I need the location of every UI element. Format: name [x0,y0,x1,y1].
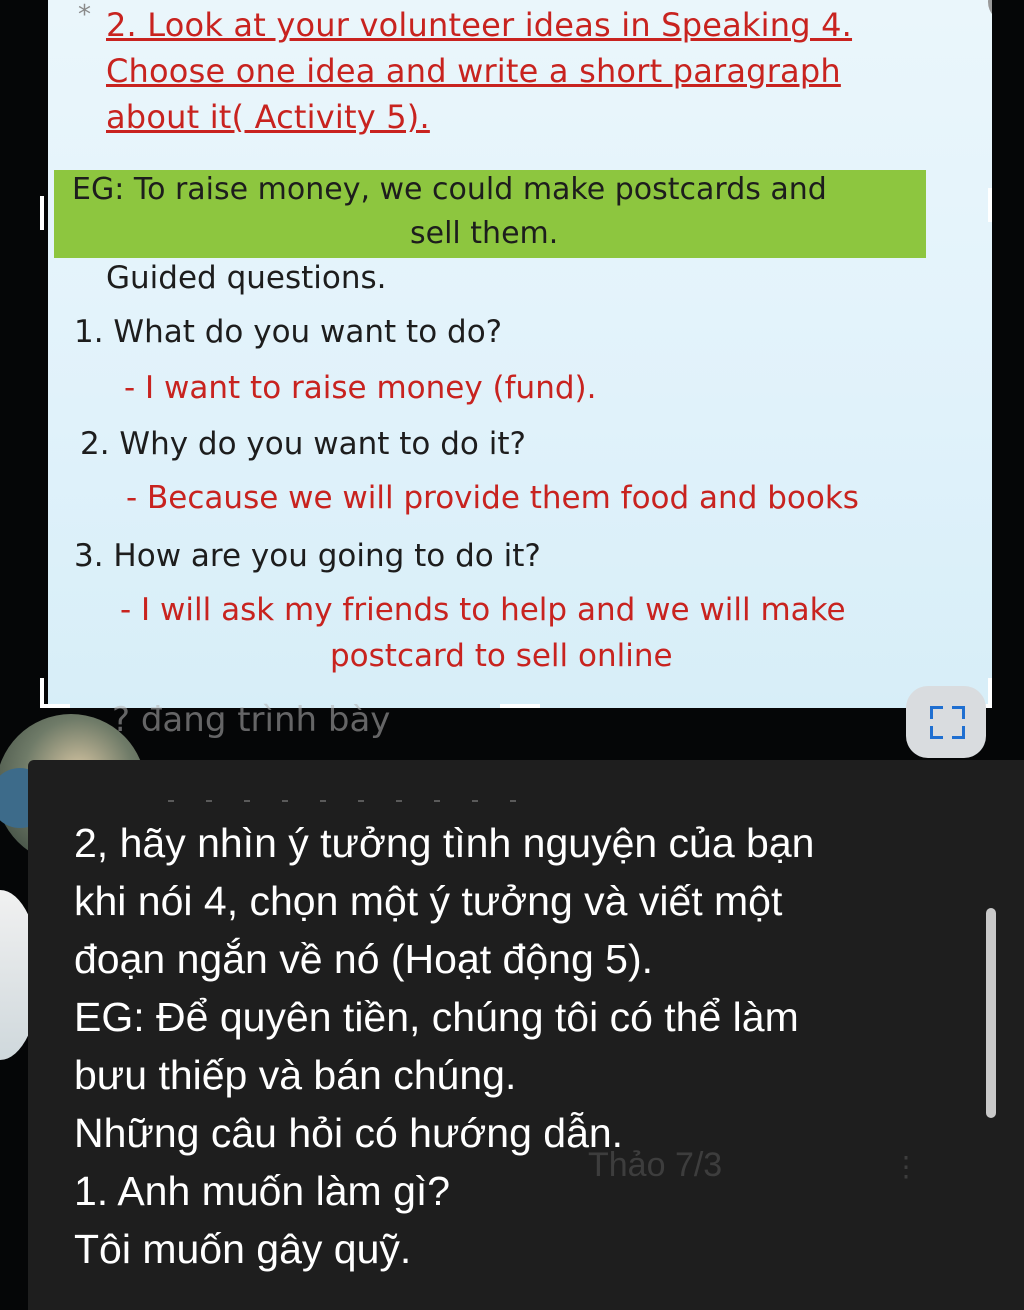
share-bracket-left-top [40,196,44,230]
example-box: EG: To raise money, we could make postca… [54,170,926,258]
answer-2: - Because we will provide them food and … [126,480,859,516]
more-options-icon: ⋮ [892,1150,920,1183]
shared-slide: * 2. Look at your volunteer ideas in Spe… [48,0,992,708]
translation-line-2: khi nói 4, chọn một ý tưởng và viết một [74,878,783,924]
answer-1: - I want to raise money (fund). [124,370,597,406]
close-bubble[interactable] [988,0,992,22]
example-line-2: sell them. [410,216,559,251]
question-1: 1. What do you want to do? [74,314,503,350]
question-2: 2. Why do you want to do it? [80,426,526,462]
slide-title-line-2: Choose one idea and write a short paragr… [106,52,841,90]
translation-line-3: đoạn ngắn về nó (Hoạt động 5). [74,936,653,982]
asterisk-mark: * [78,0,91,30]
fullscreen-button[interactable] [906,686,986,758]
panel-divider [168,800,528,802]
share-bracket-left-bottom-h [40,704,70,708]
answer-3-line-2: postcard to sell online [330,638,673,674]
translation-line-6: Những câu hỏi có hướng dẫn. [74,1110,624,1156]
translation-line-4: EG: Để quyên tiền, chúng tôi có thể làm [74,994,799,1040]
share-bracket-right-top [988,188,992,222]
translation-line-1: 2, hãy nhìn ý tưởng tình nguyện của bạn [74,820,815,866]
translation-line-5: bưu thiếp và bán chúng. [74,1052,517,1098]
video-call-screen: * 2. Look at your volunteer ideas in Spe… [0,0,1024,1310]
translation-line-7: 1. Anh muốn làm gì? [74,1168,451,1214]
answer-3-line-1: - I will ask my friends to help and we w… [120,592,846,628]
question-3: 3. How are you going to do it? [74,538,541,574]
slide-title-line-1: 2. Look at your volunteer ideas in Speak… [106,6,853,44]
translation-panel: Thảo 7/3 ⋮ 2, hãy nhìn ý tưởng tình nguy… [28,760,1024,1310]
panel-scrollbar[interactable] [986,908,996,1118]
slide-title-line-3: about it( Activity 5). [106,98,430,136]
presenting-label: ? đang trình bày [112,700,391,740]
guided-questions-label: Guided questions. [106,260,387,296]
translation-line-8: Tôi muốn gây quỹ. [74,1226,412,1272]
share-bracket-bottom-mid [500,704,540,708]
example-line-1: EG: To raise money, we could make postca… [72,172,827,207]
